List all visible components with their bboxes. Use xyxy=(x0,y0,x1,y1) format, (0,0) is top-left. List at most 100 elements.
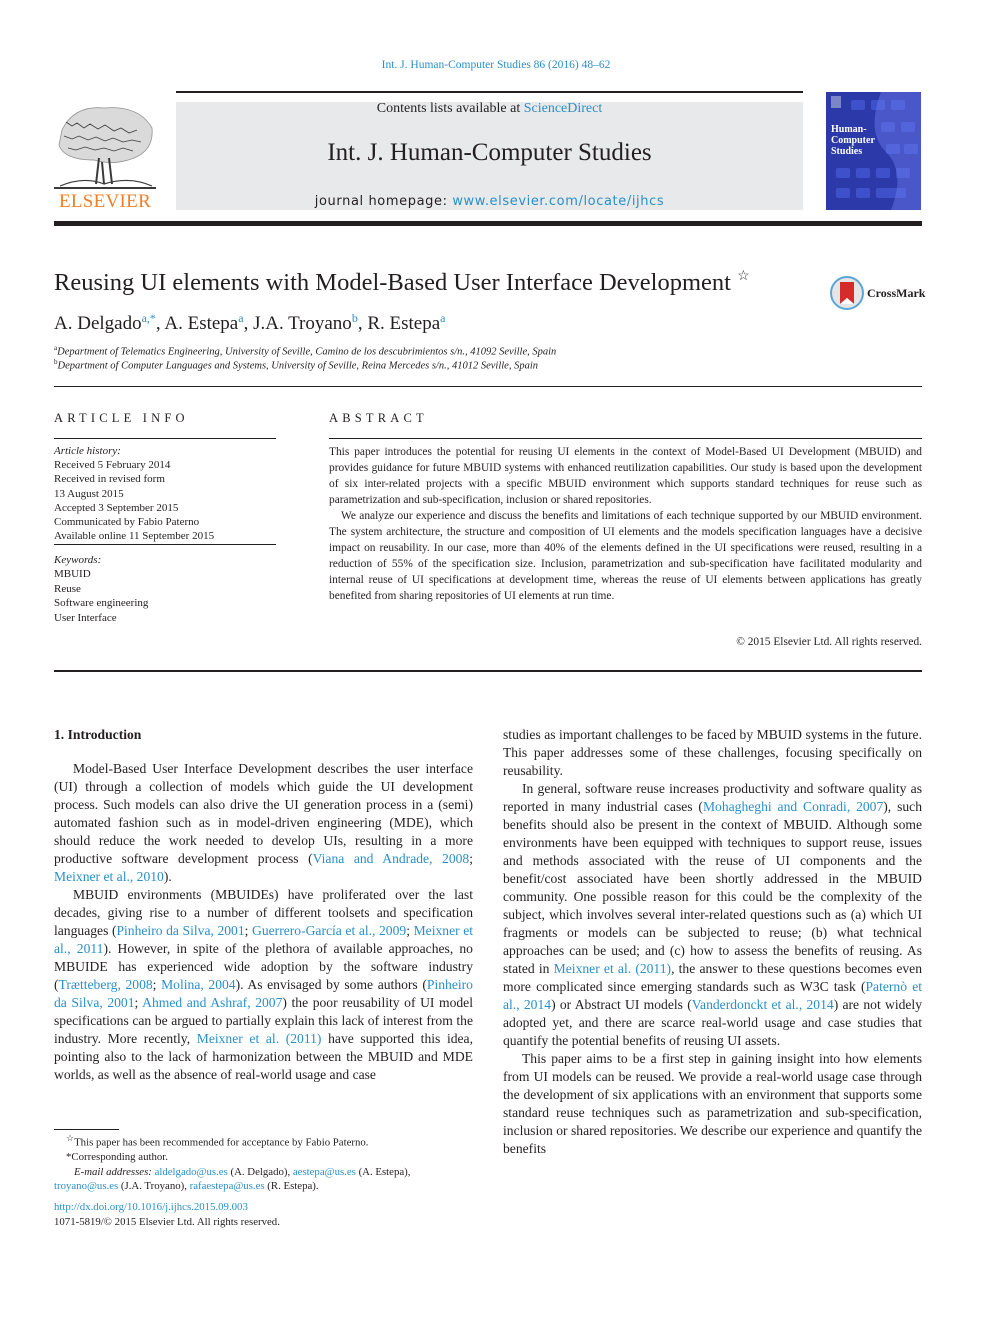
email-owner: (A. Delgado), xyxy=(227,1165,293,1178)
body-text: ; xyxy=(406,923,414,938)
abstract-heading: ABSTRACT xyxy=(329,411,428,425)
divider xyxy=(54,544,276,545)
author-list: A. Delgadoa,*, A. Estepaa, J.A. Troyanob… xyxy=(54,311,446,334)
history-item: Received 5 February 2014 xyxy=(54,459,171,472)
author-affiliation-marker[interactable]: a,* xyxy=(142,311,156,325)
body-paragraph: MBUID environments (MBUIDEs) have prolif… xyxy=(54,886,473,1084)
email-label: E-mail addresses: xyxy=(74,1165,155,1178)
journal-homepage-link[interactable]: www.elsevier.com/locate/ijhcs xyxy=(452,194,664,209)
header-rule xyxy=(176,91,803,93)
citation-link[interactable]: Meixner et al., 2010 xyxy=(54,869,164,884)
contents-prefix: Contents lists available at xyxy=(376,101,524,116)
contents-line: Contents lists available at ScienceDirec… xyxy=(176,101,803,117)
citation-link[interactable]: Ahmed and Ashraf, 2007 xyxy=(142,995,282,1010)
affiliation-text: Department of Telematics Engineering, Un… xyxy=(57,346,557,358)
history-item: Received in revised form xyxy=(54,473,165,486)
journal-cover-thumbnail[interactable]: Human- Computer Studies xyxy=(826,92,921,210)
body-text: ; xyxy=(134,995,143,1010)
citation-link[interactable]: Molina, 2004 xyxy=(161,977,236,992)
footnotes: ☆This paper has been recommended for acc… xyxy=(54,1131,474,1194)
email-owner: (A. Estepa), xyxy=(355,1165,411,1178)
journal-citation-link[interactable]: Int. J. Human-Computer Studies 86 (2016)… xyxy=(0,59,992,71)
author-name[interactable]: A. Estepa xyxy=(164,313,238,334)
citation-link[interactable]: Pinheiro da Silva, 2001 xyxy=(116,923,244,938)
citation-link[interactable]: Guerrero-García et al., 2009 xyxy=(252,923,406,938)
title-footnote-star[interactable]: ☆ xyxy=(737,269,750,284)
body-paragraph: Model-Based User Interface Development d… xyxy=(54,760,473,886)
footnote-text: This paper has been recommended for acce… xyxy=(74,1136,369,1149)
paper-title: Reusing UI elements with Model-Based Use… xyxy=(54,268,750,297)
history-item: 13 August 2015 xyxy=(54,487,124,500)
author-affiliation-marker[interactable]: a xyxy=(238,311,243,325)
divider xyxy=(54,670,922,672)
doi-link[interactable]: http://dx.doi.org/10.1016/j.ijhcs.2015.0… xyxy=(54,1201,248,1213)
citation-link[interactable]: Mohagheghi and Conradi, 2007 xyxy=(703,799,883,814)
body-column-right: studies as important challenges to be fa… xyxy=(503,726,922,1158)
elsevier-wordmark: ELSEVIER xyxy=(58,191,152,212)
article-info-heading: ARTICLE INFO xyxy=(54,411,189,425)
keywords-label: Keywords: xyxy=(54,554,102,566)
body-text: This paper aims to be a first step in ga… xyxy=(503,1051,922,1156)
divider xyxy=(329,438,922,439)
citation-link[interactable]: Viana and Andrade, 2008 xyxy=(313,851,470,866)
footnote-star: ☆This paper has been recommended for acc… xyxy=(54,1131,474,1150)
abstract-body: This paper introduces the potential for … xyxy=(329,444,922,604)
body-text: ). xyxy=(163,869,172,884)
body-paragraph: studies as important challenges to be fa… xyxy=(503,726,922,780)
history-item: Communicated by Fabio Paterno xyxy=(54,516,200,529)
keyword: Software engineering xyxy=(54,597,149,610)
email-link[interactable]: aestepa@us.es xyxy=(293,1166,356,1178)
footnote-rule xyxy=(54,1129,119,1130)
author-affiliation-marker[interactable]: a xyxy=(440,311,445,325)
email-link[interactable]: aldelgado@us.es xyxy=(155,1166,228,1178)
email-link[interactable]: troyano@us.es xyxy=(54,1180,118,1192)
body-text: ; xyxy=(244,923,253,938)
footnote-star-marker: ☆ xyxy=(66,1133,75,1143)
article-history: Article history: Received 5 February 201… xyxy=(54,444,214,543)
sciencedirect-link[interactable]: ScienceDirect xyxy=(524,101,603,116)
citation-link[interactable]: Vanderdonckt et al., 2014 xyxy=(692,997,834,1012)
author-name[interactable]: A. Delgado xyxy=(54,313,142,334)
crossmark-label[interactable]: CrossMark xyxy=(867,286,925,301)
header-bottom-rule xyxy=(54,221,922,226)
citation-link[interactable]: Trætteberg, 2008 xyxy=(59,977,153,992)
citation-link[interactable]: Meixner et al. (2011) xyxy=(554,961,671,976)
email-owner: (R. Estepa). xyxy=(264,1180,319,1193)
abstract-copyright: © 2015 Elsevier Ltd. All rights reserved… xyxy=(736,636,922,648)
footnote-corresponding: *Corresponding author. xyxy=(66,1151,168,1164)
issn-copyright: 1071-5819/© 2015 Elsevier Ltd. All right… xyxy=(54,1216,280,1228)
paper-title-text: Reusing UI elements with Model-Based Use… xyxy=(54,269,731,296)
citation-link[interactable]: Meixner et al. (2011) xyxy=(197,1031,322,1046)
author-name[interactable]: R. Estepa xyxy=(367,313,440,334)
body-text: ), such benefits should also be present … xyxy=(503,799,922,976)
body-paragraph: This paper aims to be a first step in ga… xyxy=(503,1050,922,1158)
keyword: User Interface xyxy=(54,611,117,624)
body-text: ) or Abstract UI models ( xyxy=(551,997,692,1012)
body-text: ; xyxy=(469,851,473,866)
cover-title: Human- Computer Studies xyxy=(831,124,875,157)
body-text: studies as important challenges to be fa… xyxy=(503,727,922,778)
affiliation: bDepartment of Computer Languages and Sy… xyxy=(54,358,538,372)
homepage-prefix: journal homepage: xyxy=(314,194,453,209)
article-history-label: Article history: xyxy=(54,445,121,457)
body-column-left: Model-Based User Interface Development d… xyxy=(54,760,473,1084)
author-name[interactable]: J.A. Troyano xyxy=(253,313,352,334)
keywords: Keywords: MBUID Reuse Software engineeri… xyxy=(54,553,148,625)
footnote-text: Corresponding author. xyxy=(71,1151,168,1164)
email-link[interactable]: rafaestepa@us.es xyxy=(190,1180,265,1192)
history-item: Accepted 3 September 2015 xyxy=(54,501,179,514)
body-paragraph: In general, software reuse increases pro… xyxy=(503,780,922,1050)
body-text: ; xyxy=(152,977,162,992)
divider xyxy=(54,438,276,439)
author-affiliation-marker[interactable]: b xyxy=(352,311,358,325)
keyword: MBUID xyxy=(54,568,91,581)
history-item: Available online 11 September 2015 xyxy=(54,530,215,543)
abstract-paragraph: We analyze our experience and discuss th… xyxy=(329,510,922,602)
keyword: Reuse xyxy=(54,582,81,595)
affiliation: aDepartment of Telematics Engineering, U… xyxy=(54,344,556,358)
footnote-emails: E-mail addresses: aldelgado@us.es (A. De… xyxy=(54,1165,474,1194)
journal-title: Int. J. Human-Computer Studies xyxy=(327,139,652,166)
journal-homepage-line: journal homepage: www.elsevier.com/locat… xyxy=(176,194,803,209)
body-text: ). As envisaged by some authors ( xyxy=(235,977,427,992)
abstract-paragraph: This paper introduces the potential for … xyxy=(329,446,922,506)
